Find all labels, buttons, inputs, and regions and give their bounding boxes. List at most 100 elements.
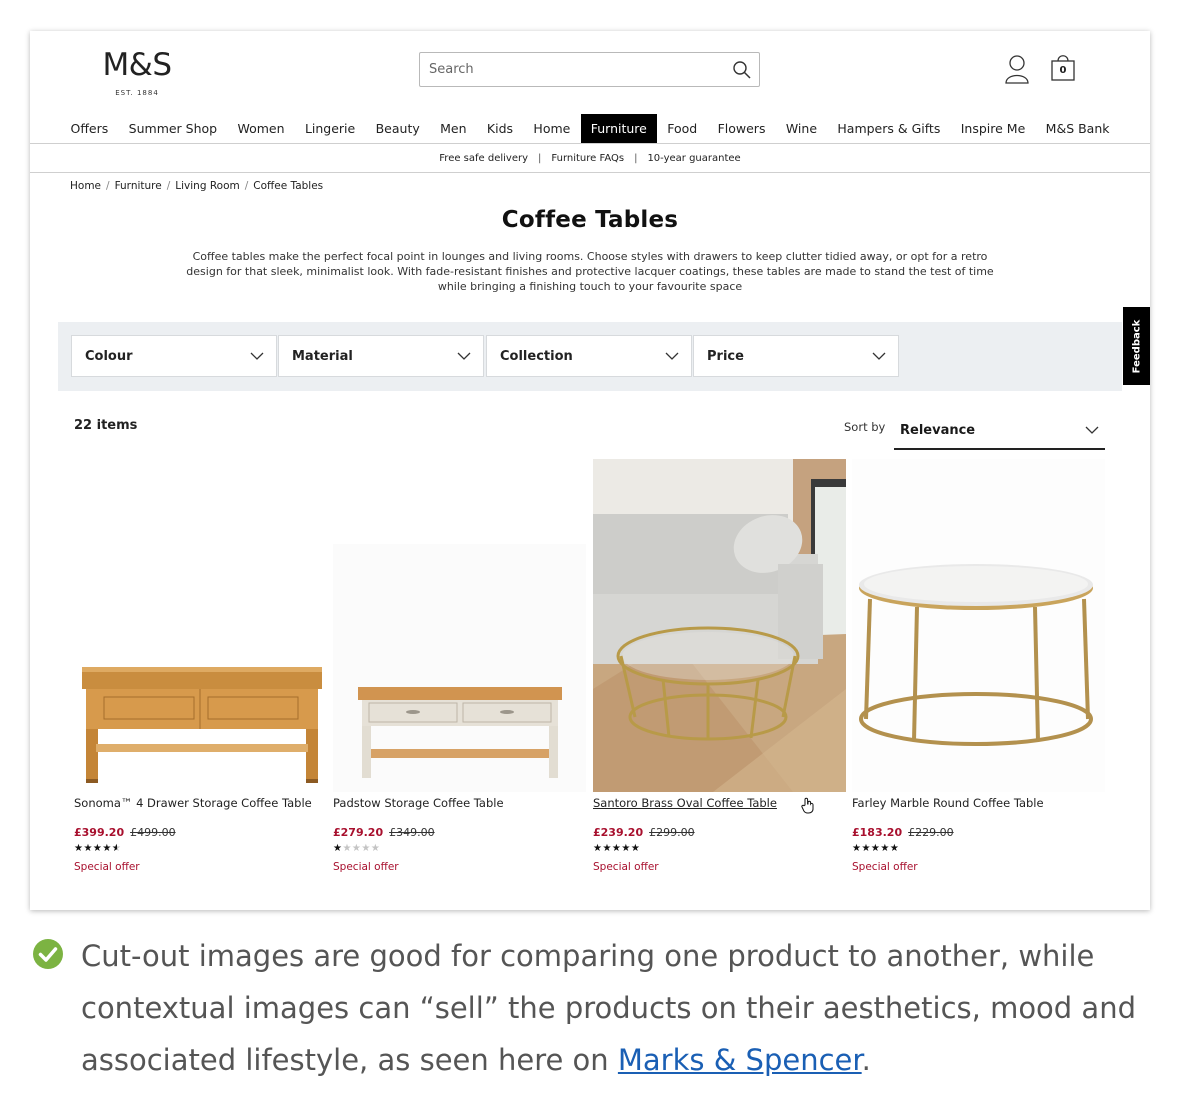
page-title: Coffee Tables	[501, 207, 679, 233]
current-price: £279.20	[333, 826, 384, 839]
promo-separator: |	[634, 152, 638, 164]
caption-body: Cut-out images are good for comparing on…	[81, 939, 1136, 1077]
nav-item-beauty[interactable]: Beauty	[365, 114, 430, 143]
nav-item-hampers-gifts[interactable]: Hampers & Gifts	[827, 114, 950, 143]
chevron-down-icon	[250, 352, 264, 360]
nav-item-men[interactable]: Men	[430, 114, 477, 143]
nav-item-flowers[interactable]: Flowers	[707, 114, 775, 143]
breadcrumb-coffee-tables: Coffee Tables	[253, 180, 324, 192]
product-image[interactable]	[333, 459, 586, 792]
logo-text: M&S	[102, 47, 172, 83]
promo-divider	[30, 172, 1150, 173]
filter-collection[interactable]: Collection	[486, 335, 692, 377]
chevron-down-icon	[1085, 426, 1099, 434]
breadcrumb-living-room[interactable]: Living Room	[175, 180, 239, 192]
nav-item-women[interactable]: Women	[227, 114, 294, 143]
special-offer-label: Special offer	[852, 861, 918, 873]
special-offer-label: Special offer	[74, 861, 140, 873]
was-price: £229.00	[908, 826, 954, 839]
current-price: £183.20	[852, 826, 903, 839]
chevron-down-icon	[665, 352, 679, 360]
product-card[interactable]: Santoro Brass Oval Coffee Table £239.20 £…	[593, 459, 846, 873]
product-image[interactable]	[74, 459, 327, 792]
nav-item-offers[interactable]: Offers	[60, 114, 118, 143]
ms-logo[interactable]: M&S EST. 1884	[94, 47, 180, 97]
filter-label: Colour	[85, 348, 133, 364]
product-image[interactable]	[852, 459, 1105, 792]
sort-value: Relevance	[900, 422, 976, 438]
promo-bar: Free safe delivery | Furniture FAQs | 10…	[30, 144, 1150, 172]
feedback-tab[interactable]: Feedback	[1123, 307, 1150, 385]
nav-item-wine[interactable]: Wine	[776, 114, 828, 143]
items-count: 22 items	[74, 418, 138, 433]
search-input[interactable]	[420, 53, 725, 86]
star-rating: ★★★★★	[593, 843, 641, 854]
product-card[interactable]: Farley Marble Round Coffee Table £183.20…	[852, 459, 1105, 873]
current-price: £239.20	[593, 826, 644, 839]
breadcrumb-separator: /	[106, 180, 110, 192]
filter-label: Collection	[500, 348, 573, 364]
screenshot-card: M&S EST. 1884 0 Offers Summer Shop Women…	[30, 31, 1150, 910]
current-price: £399.20	[74, 826, 125, 839]
nav-item-lingerie[interactable]: Lingerie	[295, 114, 366, 143]
product-card[interactable]: Padstow Storage Coffee Table £279.20 £349…	[333, 459, 586, 873]
sort-label: Sort by	[844, 420, 886, 434]
page-description: Coffee tables make the perfect focal poi…	[186, 250, 994, 293]
product-price: £279.20 £349.00	[333, 826, 435, 839]
nav-item-food[interactable]: Food	[657, 114, 707, 143]
search-box	[419, 52, 760, 87]
product-name[interactable]: Farley Marble Round Coffee Table	[852, 796, 1044, 810]
breadcrumb-separator: /	[244, 180, 249, 192]
logo-tagline: EST. 1884	[115, 89, 159, 97]
search-icon[interactable]	[725, 53, 759, 87]
caption-end: .	[861, 1043, 871, 1077]
filter-colour[interactable]: Colour	[71, 335, 277, 377]
product-name[interactable]: Sonoma™ 4 Drawer Storage Coffee Table	[74, 796, 312, 810]
nav-item-summer-shop[interactable]: Summer Shop	[118, 114, 227, 143]
feedback-label: Feedback	[1131, 319, 1143, 373]
breadcrumb-separator: /	[166, 180, 171, 192]
star-rating: ★★★★★	[852, 843, 900, 854]
account-icon[interactable]	[1003, 53, 1031, 85]
product-name[interactable]: Santoro Brass Oval Coffee Table	[593, 796, 777, 810]
product-lifestyle-image[interactable]	[593, 459, 846, 792]
was-price: £299.00	[649, 826, 695, 839]
caption-text: Cut-out images are good for comparing on…	[81, 930, 1141, 1086]
breadcrumb-furniture[interactable]: Furniture	[115, 180, 162, 192]
hand-cursor-icon	[801, 797, 814, 814]
filter-label: Material	[292, 348, 353, 364]
promo-delivery-link[interactable]: Free safe delivery	[439, 153, 528, 164]
promo-separator: |	[538, 152, 542, 164]
chevron-down-icon	[457, 352, 471, 360]
product-price: £183.20 £229.00	[852, 826, 954, 839]
nav-item-inspire-me[interactable]: Inspire Me	[951, 114, 1036, 143]
product-name[interactable]: Padstow Storage Coffee Table	[333, 796, 504, 810]
sort-select[interactable]: Relevance	[894, 412, 1105, 450]
check-circle-icon	[33, 939, 63, 969]
main-nav: Offers Summer Shop Women Lingerie Beauty…	[30, 114, 1150, 143]
filter-price[interactable]: Price	[693, 335, 899, 377]
nav-item-furniture[interactable]: Furniture	[580, 114, 658, 143]
product-price: £399.20 £499.00	[74, 826, 176, 839]
bag-button[interactable]: 0	[1049, 53, 1077, 83]
product-card[interactable]: Sonoma™ 4 Drawer Storage Coffee Table £3…	[74, 459, 327, 873]
filter-bar: Colour Material Collection Price	[58, 322, 1122, 391]
nav-item-home[interactable]: Home	[523, 114, 580, 143]
filter-material[interactable]: Material	[278, 335, 484, 377]
nav-item-kids[interactable]: Kids	[477, 114, 524, 143]
was-price: £349.00	[389, 826, 435, 839]
special-offer-label: Special offer	[333, 861, 399, 873]
special-offer-label: Special offer	[593, 861, 659, 873]
filter-label: Price	[707, 348, 744, 364]
nav-item-ms-bank[interactable]: M&S Bank	[1035, 114, 1119, 143]
breadcrumb-home[interactable]: Home	[70, 180, 101, 192]
chevron-down-icon	[872, 352, 886, 360]
was-price: £499.00	[130, 826, 176, 839]
promo-faqs-link[interactable]: Furniture FAQs	[551, 153, 624, 164]
star-rating: ★★★★★	[333, 843, 381, 854]
breadcrumb: Home / Furniture / Living Room / Coffee …	[70, 180, 323, 192]
bag-count: 0	[1059, 65, 1067, 76]
marks-spencer-link[interactable]: Marks & Spencer	[618, 1043, 862, 1077]
star-rating: ★★★★★★	[74, 843, 122, 854]
promo-guarantee-link[interactable]: 10-year guarantee	[647, 153, 740, 164]
